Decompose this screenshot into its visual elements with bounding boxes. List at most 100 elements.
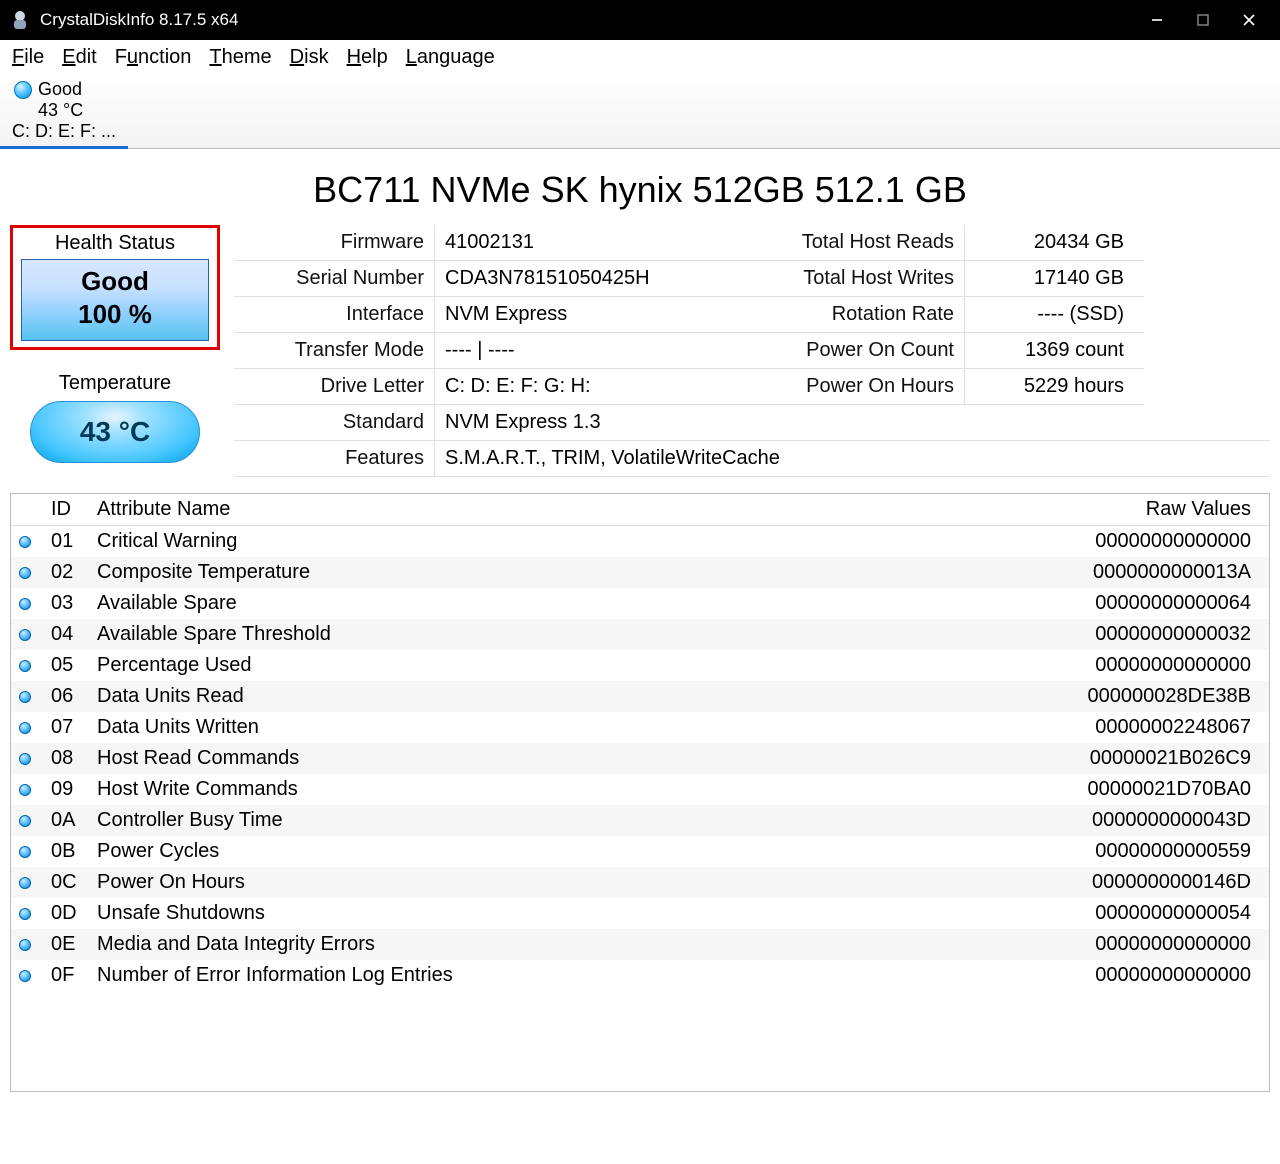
- info-label: Rotation Rate: [754, 297, 964, 332]
- smart-raw: 0000000000013A: [1009, 557, 1269, 588]
- info-value: 17140 GB: [964, 261, 1134, 296]
- table-row[interactable]: 05Percentage Used00000000000000: [11, 650, 1269, 681]
- minimize-button[interactable]: [1134, 0, 1180, 40]
- smart-table: ID Attribute Name Raw Values 01Critical …: [10, 493, 1270, 1092]
- smart-raw: 00000000000559: [1009, 836, 1269, 867]
- table-row[interactable]: 03Available Spare00000000000064: [11, 588, 1269, 619]
- status-dot-icon: [19, 691, 31, 703]
- info-value: NVM Express: [434, 297, 754, 332]
- table-row[interactable]: 07Data Units Written00000002248067: [11, 712, 1269, 743]
- info-label: Firmware: [234, 225, 434, 260]
- smart-name: Power On Hours: [89, 867, 1009, 898]
- smart-raw: 00000000000000: [1009, 526, 1269, 558]
- smart-name: Data Units Read: [89, 681, 1009, 712]
- smart-id: 0C: [43, 867, 89, 898]
- table-row[interactable]: 09Host Write Commands00000021D70BA0: [11, 774, 1269, 805]
- temperature-button[interactable]: 43 °C: [30, 401, 200, 463]
- info-value: CDA3N78151050425H: [434, 261, 754, 296]
- smart-id: 0B: [43, 836, 89, 867]
- table-row[interactable]: 0EMedia and Data Integrity Errors0000000…: [11, 929, 1269, 960]
- info-row: Total Host Writes17140 GB: [754, 261, 1144, 297]
- menu-help[interactable]: Help: [347, 46, 388, 69]
- smart-header-raw[interactable]: Raw Values: [1009, 494, 1269, 526]
- info-value: 5229 hours: [964, 369, 1134, 404]
- table-row[interactable]: 0AController Busy Time0000000000043D: [11, 805, 1269, 836]
- smart-raw: 00000021D70BA0: [1009, 774, 1269, 805]
- info-value: ---- (SSD): [964, 297, 1134, 332]
- menu-file[interactable]: File: [12, 46, 44, 69]
- window-title: CrystalDiskInfo 8.17.5 x64: [40, 10, 1134, 30]
- status-dot-icon: [19, 877, 31, 889]
- app-icon: [8, 8, 32, 32]
- status-dot-icon: [19, 970, 31, 982]
- status-dot-icon: [19, 753, 31, 765]
- temperature-value: 43 °C: [80, 416, 150, 448]
- table-row[interactable]: 06Data Units Read000000028DE38B: [11, 681, 1269, 712]
- table-row[interactable]: 01Critical Warning00000000000000: [11, 526, 1269, 558]
- info-label: Power On Count: [754, 333, 964, 368]
- info-label: Interface: [234, 297, 434, 332]
- menu-disk[interactable]: Disk: [290, 46, 329, 69]
- info-value: 41002131: [434, 225, 754, 260]
- drive-tab-status: Good: [38, 79, 82, 100]
- table-row[interactable]: 0BPower Cycles00000000000559: [11, 836, 1269, 867]
- table-row[interactable]: 08Host Read Commands00000021B026C9: [11, 743, 1269, 774]
- smart-id: 09: [43, 774, 89, 805]
- smart-header-id[interactable]: ID: [43, 494, 89, 526]
- menubar: File Edit Function Theme Disk Help Langu…: [0, 40, 1280, 75]
- status-dot-icon: [14, 81, 32, 99]
- smart-raw: 00000000000000: [1009, 929, 1269, 960]
- smart-id: 07: [43, 712, 89, 743]
- table-row[interactable]: 0CPower On Hours0000000000146D: [11, 867, 1269, 898]
- health-status-button[interactable]: Good 100 %: [21, 259, 209, 341]
- info-row: Total Host Reads20434 GB: [754, 225, 1144, 261]
- status-dot-icon: [19, 846, 31, 858]
- menu-theme[interactable]: Theme: [209, 46, 271, 69]
- smart-raw: 00000000000054: [1009, 898, 1269, 929]
- info-label: Serial Number: [234, 261, 434, 296]
- smart-id: 04: [43, 619, 89, 650]
- smart-name: Host Write Commands: [89, 774, 1009, 805]
- table-row[interactable]: 0DUnsafe Shutdowns00000000000054: [11, 898, 1269, 929]
- health-percent-value: 100 %: [22, 299, 208, 330]
- drive-tab-letters: C: D: E: F: ...: [12, 121, 116, 142]
- info-value: 1369 count: [964, 333, 1134, 368]
- drive-info: Firmware41002131Total Host Reads20434 GB…: [234, 225, 1270, 477]
- info-row: StandardNVM Express 1.3: [234, 405, 1270, 441]
- smart-raw: 000000028DE38B: [1009, 681, 1269, 712]
- menu-edit[interactable]: Edit: [62, 46, 96, 69]
- smart-raw: 0000000000043D: [1009, 805, 1269, 836]
- table-row[interactable]: 0FNumber of Error Information Log Entrie…: [11, 960, 1269, 991]
- info-row: Serial NumberCDA3N78151050425H: [234, 261, 754, 297]
- smart-raw: 00000000000064: [1009, 588, 1269, 619]
- smart-id: 01: [43, 526, 89, 558]
- status-dot-icon: [19, 908, 31, 920]
- table-row[interactable]: 02Composite Temperature0000000000013A: [11, 557, 1269, 588]
- info-row: Power On Hours5229 hours: [754, 369, 1144, 405]
- info-row: Power On Count1369 count: [754, 333, 1144, 369]
- health-label: Health Status: [21, 232, 209, 255]
- smart-name: Power Cycles: [89, 836, 1009, 867]
- smart-id: 02: [43, 557, 89, 588]
- smart-raw: 0000000000146D: [1009, 867, 1269, 898]
- status-dot-icon: [19, 722, 31, 734]
- close-button[interactable]: [1226, 0, 1272, 40]
- smart-id: 0A: [43, 805, 89, 836]
- info-label: Drive Letter: [234, 369, 434, 404]
- menu-language[interactable]: Language: [406, 46, 495, 69]
- smart-id: 05: [43, 650, 89, 681]
- health-status-value: Good: [22, 266, 208, 297]
- smart-header-name[interactable]: Attribute Name: [89, 494, 1009, 526]
- temperature-label: Temperature: [59, 372, 171, 395]
- status-dot-icon: [19, 939, 31, 951]
- smart-id: 03: [43, 588, 89, 619]
- maximize-button[interactable]: [1180, 0, 1226, 40]
- smart-name: Percentage Used: [89, 650, 1009, 681]
- smart-name: Unsafe Shutdowns: [89, 898, 1009, 929]
- menu-function[interactable]: Function: [115, 46, 192, 69]
- drive-tab[interactable]: Good 43 °C C: D: E: F: ...: [0, 79, 128, 148]
- smart-header-status[interactable]: [11, 494, 43, 526]
- info-label: Standard: [234, 405, 434, 440]
- info-row: Firmware41002131: [234, 225, 754, 261]
- table-row[interactable]: 04Available Spare Threshold0000000000003…: [11, 619, 1269, 650]
